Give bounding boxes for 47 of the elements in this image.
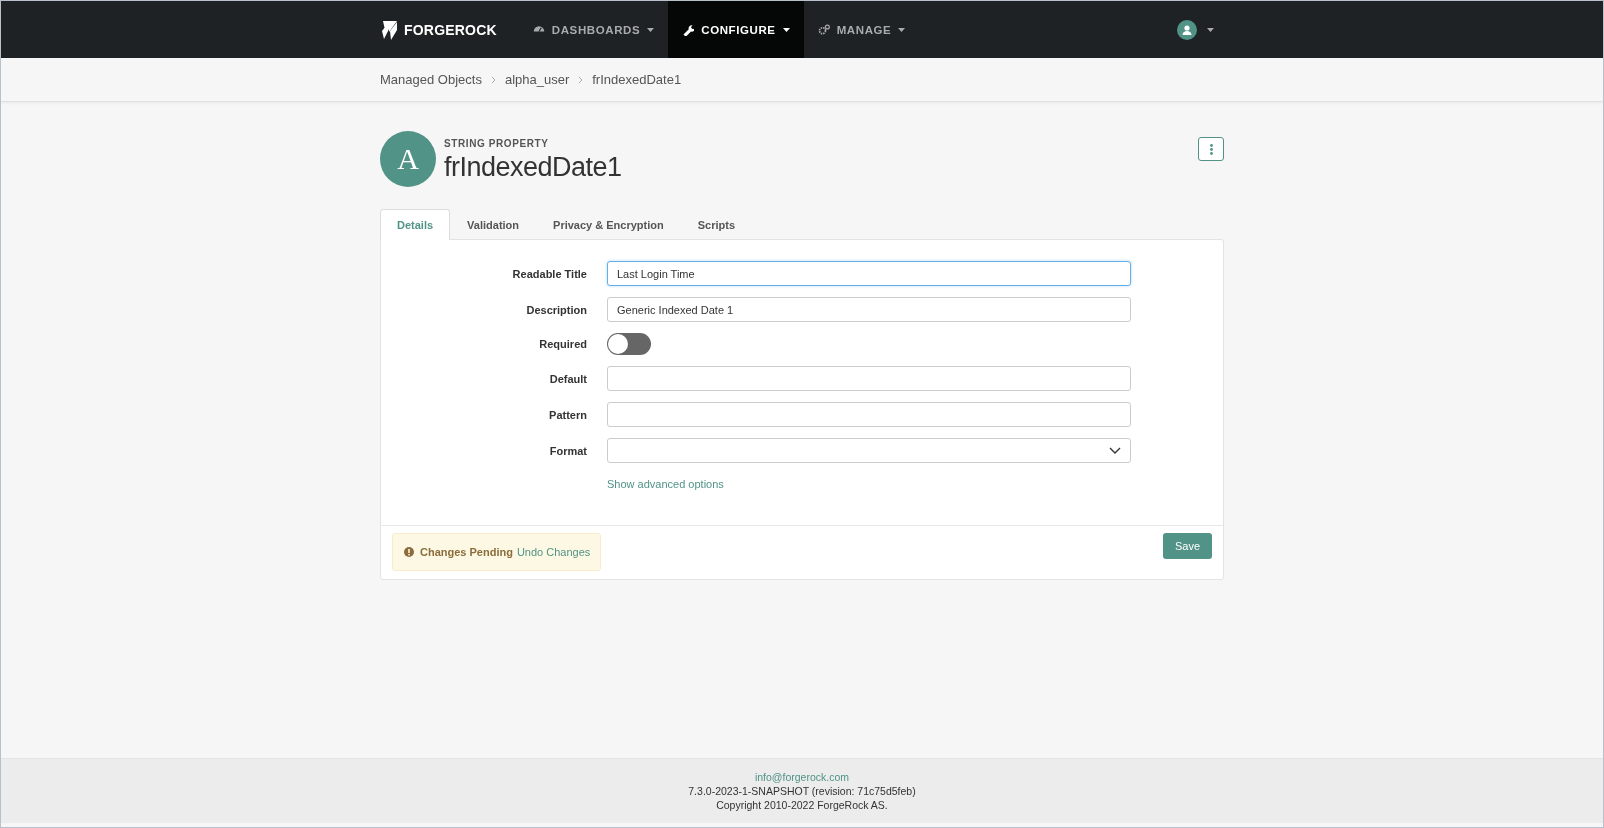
select-field[interactable]: [607, 438, 1131, 463]
undo-link[interactable]: Undo Changes: [516, 546, 591, 558]
breadcrumb[interactable]: Managed Objects: [380, 72, 482, 87]
avatar: A: [380, 131, 436, 187]
exclamation-icon: [404, 547, 414, 557]
caret-icon: [1207, 27, 1214, 32]
nav-menu[interactable]: DASHBOARDS: [518, 1, 669, 58]
caret-icon: [898, 27, 906, 32]
property-type: STRING PROPERTY: [444, 138, 550, 149]
tab[interactable]: Privacy & Encryption: [536, 209, 681, 239]
alert-title: Changes Pending: [420, 546, 513, 558]
field-label: Required: [538, 338, 588, 350]
input-field[interactable]: Generic Indexed Date 1: [607, 297, 1131, 322]
brand-logo[interactable]: FORGEROCK: [380, 1, 497, 58]
tab[interactable]: Details: [380, 209, 451, 240]
more-button[interactable]: [1198, 137, 1224, 161]
tab[interactable]: Scripts: [680, 209, 752, 239]
version-text: 7.3.0-2023-1-SNAPSHOT (revision: 71c75d5feb): [688, 784, 916, 798]
field-label: Pattern: [548, 408, 588, 421]
save-button[interactable]: Save: [1162, 533, 1212, 559]
field-label: Default: [548, 372, 588, 385]
field-label: Description: [525, 303, 588, 316]
user-avatar-icon: [1177, 19, 1197, 40]
copyright-text: Copyright 2010-2022 ForgeRock AS.: [716, 798, 888, 812]
breadcrumb: frIndexedDate1: [592, 72, 682, 87]
field-label: Format: [548, 444, 588, 457]
advanced-options-link[interactable]: Show advanced options: [607, 478, 724, 490]
wrench-icon: [682, 23, 695, 36]
page-title: frIndexedDate1: [444, 152, 622, 183]
nav-menu[interactable]: MANAGE: [803, 1, 920, 58]
logo-icon: [380, 18, 400, 41]
field-label: Readable Title: [511, 267, 588, 280]
nav-menu[interactable]: CONFIGURE: [668, 1, 804, 58]
breadcrumb[interactable]: alpha_user: [504, 72, 570, 87]
kebab-icon: [1209, 143, 1213, 155]
caret-icon: [782, 27, 790, 32]
tab[interactable]: Validation: [450, 209, 537, 239]
chevron-icon: [578, 75, 584, 84]
toggle-switch[interactable]: [607, 333, 651, 355]
chevron-icon: [490, 75, 496, 84]
input-field[interactable]: [607, 402, 1131, 427]
brand-name: FORGEROCK: [404, 21, 497, 38]
input-field[interactable]: [607, 366, 1131, 391]
chevron-down-icon: [1109, 447, 1121, 454]
input-field[interactable]: Last Login Time: [607, 261, 1131, 286]
gears-icon: [817, 23, 830, 36]
caret-icon: [647, 27, 655, 32]
